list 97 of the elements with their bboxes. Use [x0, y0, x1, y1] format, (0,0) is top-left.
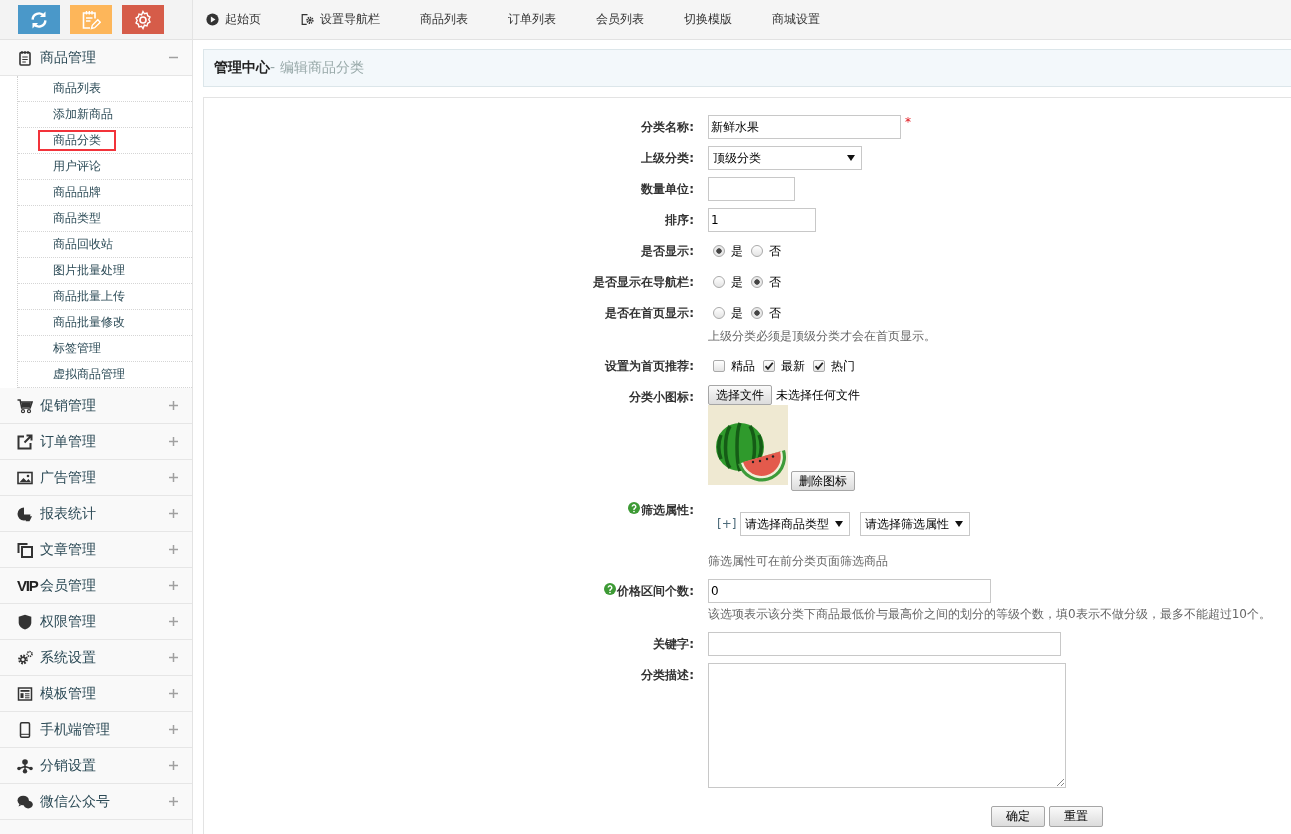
vip-label: VIP [17, 577, 38, 594]
sidebar-item[interactable]: 图片批量处理 [38, 260, 140, 281]
hint-text: 上级分类必须是顶级分类才会在首页显示。 [708, 328, 936, 345]
sidebar-item[interactable]: 商品回收站 [38, 234, 128, 255]
sidebar-item[interactable]: 商品列表 [38, 78, 116, 99]
text-field[interactable] [708, 177, 795, 201]
hint-text: 筛选属性可在前分类页面筛选商品 [708, 553, 888, 570]
radio-label: 是 [731, 273, 743, 291]
text-field[interactable]: 1 [708, 208, 816, 232]
external-link-icon [17, 433, 33, 450]
dropdown[interactable]: 请选择筛选属性 [860, 512, 971, 536]
radio-button[interactable] [713, 307, 725, 319]
settings-button[interactable] [122, 5, 164, 34]
nav-link[interactable]: 会员列表 [576, 11, 664, 28]
dropdown[interactable]: 请选择商品类型 [740, 512, 851, 536]
field-label: 是否显示: [641, 243, 694, 260]
gears-icon [17, 649, 33, 666]
hint-text: 该选项表示该分类下商品最低价与最高价之间的划分的等级个数，填0表示不做分级，最多不能超过10个。 [708, 606, 1271, 623]
checkbox-label: 精品 [731, 357, 755, 375]
checkbox[interactable] [763, 360, 775, 372]
pie-chart-icon [17, 505, 33, 522]
field-label: 设置为首页推荐: [605, 358, 694, 375]
radio-label: 否 [769, 242, 781, 260]
nav-link[interactable]: 商城设置 [752, 11, 840, 28]
field-label: 数量单位: [641, 181, 694, 198]
notepad-icon [17, 49, 33, 66]
cart-icon [17, 397, 33, 414]
radio-button[interactable] [713, 276, 725, 288]
radio-label: 否 [769, 304, 781, 322]
checkbox[interactable] [713, 360, 725, 372]
file-status-text: 未选择任何文件 [776, 386, 860, 404]
layout-icon [17, 685, 33, 702]
field-label: 筛选属性: [641, 502, 694, 519]
sidebar-item[interactable]: 商品分类 [38, 130, 116, 151]
radio-button[interactable] [751, 245, 763, 257]
settings-icon [133, 9, 153, 30]
reset-button[interactable]: 重置 [1049, 806, 1103, 827]
field-label: 价格区间个数: [617, 583, 694, 600]
picture-icon [17, 469, 33, 486]
caret-icon [847, 155, 855, 161]
field-label: 是否在首页显示: [605, 305, 694, 322]
field-label: 分类小图标: [629, 389, 694, 406]
text-field[interactable]: 0 [708, 579, 991, 603]
textarea-field[interactable] [708, 663, 1066, 788]
phone-icon [17, 721, 33, 738]
sidebar-item[interactable]: 商品批量修改 [38, 312, 140, 333]
checkbox-label: 热门 [831, 357, 855, 375]
sidebar-item[interactable]: 商品批量上传 [38, 286, 140, 307]
field-label: 关键字: [653, 636, 694, 653]
radio-button[interactable] [751, 307, 763, 319]
confirm-button[interactable]: 确定 [991, 806, 1045, 827]
refresh-icon [29, 9, 49, 30]
sidebar-item[interactable]: 虚拟商品管理 [38, 364, 140, 385]
help-icon[interactable] [604, 583, 617, 595]
radio-label: 是 [731, 242, 743, 260]
nav-link[interactable]: 起始页 [206, 11, 281, 28]
radio-button[interactable] [751, 276, 763, 288]
add-link[interactable]: [+] [717, 517, 737, 531]
radio-label: 是 [731, 304, 743, 322]
network-icon [17, 757, 33, 774]
play-icon [206, 13, 219, 26]
breadcrumb-root[interactable]: 管理中心 [214, 59, 270, 77]
field-label: 排序: [665, 212, 694, 229]
caret-icon [835, 521, 844, 527]
nav-link[interactable]: 商品列表 [400, 11, 488, 28]
dropdown[interactable]: 顶级分类 [708, 146, 862, 170]
nav-link[interactable]: 切换模版 [664, 11, 752, 28]
field-label: 上级分类: [641, 150, 694, 167]
delete-button[interactable]: 删除图标 [791, 471, 855, 491]
radio-button[interactable] [713, 245, 725, 257]
shield-icon [17, 613, 33, 630]
choose-file-button[interactable]: 选择文件 [708, 385, 772, 405]
field-label: 分类描述: [641, 667, 694, 684]
radio-label: 否 [769, 273, 781, 291]
refresh-button[interactable] [18, 5, 60, 34]
caret-icon [955, 521, 964, 527]
text-field[interactable]: 新鲜水果 [708, 115, 901, 139]
copy-icon [17, 541, 33, 558]
chat-bubbles-icon [17, 793, 33, 810]
sidebar-item[interactable]: 用户评论 [38, 156, 116, 177]
page-title: - 编辑商品分类 [270, 59, 364, 77]
sidebar-item[interactable]: 商品类型 [38, 208, 116, 229]
field-label: 是否显示在导航栏: [593, 274, 694, 291]
sidebar-item[interactable]: 商品品牌 [38, 182, 116, 203]
required-mark: * [905, 115, 911, 129]
checkbox[interactable] [813, 360, 825, 372]
checkbox-label: 最新 [781, 357, 805, 375]
sidebar-item[interactable]: 标签管理 [38, 338, 116, 359]
nav-link[interactable]: 订单列表 [488, 11, 576, 28]
field-label: 分类名称: [641, 119, 694, 136]
sidebar-item[interactable]: 添加新商品 [38, 104, 128, 125]
settings-icon [301, 13, 314, 26]
nav-link[interactable]: 设置导航栏 [281, 11, 400, 28]
help-icon[interactable] [628, 502, 641, 514]
edit-icon [81, 9, 101, 30]
resize-grip-icon[interactable] [1056, 778, 1064, 786]
text-field[interactable] [708, 632, 1061, 656]
